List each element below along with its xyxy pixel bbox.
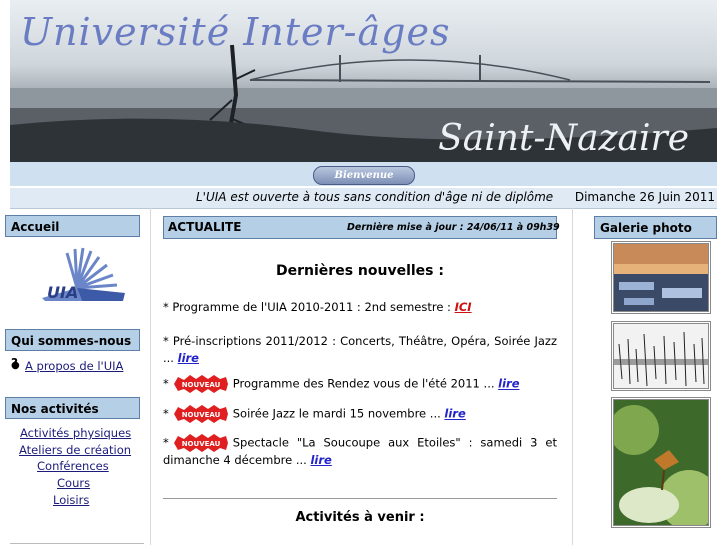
bullet-icon: ● <box>11 360 20 371</box>
news-text: * Programme de l'UIA 2010-2011 : 2nd sem… <box>163 300 455 314</box>
last-update: Dernière mise à jour : 24/06/11 à 09h39 <box>347 222 560 233</box>
news-title: Dernières nouvelles : <box>276 263 444 279</box>
gallery-header: Galerie photo <box>594 216 717 239</box>
news-item: * NOUVEAU Spectacle "La Soucoupe aux Eto… <box>163 434 557 467</box>
svg-text:NOUVEAU: NOUVEAU <box>181 381 220 389</box>
tagline: L'UIA est ouverte à tous sans condition … <box>196 190 554 204</box>
svg-text:NOUVEAU: NOUVEAU <box>181 411 220 419</box>
sidebar-link-conferences[interactable]: Conférences <box>37 459 109 473</box>
welcome-button[interactable]: Bienvenue <box>313 166 415 185</box>
sidebar-link-loisirs[interactable]: Loisirs <box>53 493 89 507</box>
sidebar-header-nos-activites[interactable]: Nos activités <box>5 397 140 419</box>
nouveau-badge-icon: NOUVEAU <box>172 405 230 423</box>
news-text: Programme des Rendez vous de l'été 2011 … <box>232 376 499 391</box>
nouveau-badge-icon: NOUVEAU <box>172 434 230 452</box>
section-divider <box>163 498 557 499</box>
svg-text:NOUVEAU: NOUVEAU <box>181 440 220 448</box>
upcoming-title: Activités à venir : <box>295 510 425 525</box>
sidebar-link-activites-physiques[interactable]: Activités physiques <box>20 426 131 440</box>
gallery-photo-sunset[interactable] <box>611 241 711 314</box>
news-item: * NOUVEAU Soirée Jazz le mardi 15 novemb… <box>163 405 557 423</box>
nouveau-badge-icon: NOUVEAU <box>172 375 230 393</box>
gallery-photo-butterfly[interactable] <box>611 397 711 528</box>
news-link-lire[interactable]: lire <box>178 351 199 365</box>
news-link-lire[interactable]: lire <box>444 407 465 421</box>
sidebar-header-qui-sommes-nous[interactable]: Qui sommes-nous ? <box>5 329 140 370</box>
news-text: Soirée Jazz le mardi 15 novembre ... <box>232 406 445 421</box>
actualite-title: ACTUALITE <box>168 220 242 234</box>
sidebar-divider <box>10 543 144 544</box>
news-item: * NOUVEAU Programme des Rendez vous de l… <box>163 375 557 393</box>
site-banner: Université Inter-âges Saint-Nazaire <box>10 0 717 162</box>
news-link-lire[interactable]: lire <box>310 453 331 467</box>
site-city: Saint-Nazaire <box>438 118 689 159</box>
news-item: * Pré-inscriptions 2011/2012 : Concerts,… <box>163 333 557 367</box>
sidebar-header-accueil[interactable]: Accueil <box>5 215 140 237</box>
uia-logo[interactable]: UIA <box>37 243 129 303</box>
column-divider <box>150 208 151 545</box>
news-link-lire[interactable]: lire <box>498 377 519 391</box>
sidebar-link-cours[interactable]: Cours <box>57 476 90 490</box>
gallery-photo-marsh[interactable] <box>611 321 711 391</box>
sidebar-link-ateliers-creation[interactable]: Ateliers de création <box>19 443 131 457</box>
sidebar-link-a-propos[interactable]: A propos de l'UIA <box>25 359 123 373</box>
svg-text:UIA: UIA <box>47 283 78 302</box>
current-date: Dimanche 26 Juin 2011 <box>574 190 715 204</box>
news-text: * Pré-inscriptions 2011/2012 : Concerts,… <box>163 334 557 365</box>
news-item: * Programme de l'UIA 2010-2011 : 2nd sem… <box>163 299 557 316</box>
news-link-ici[interactable]: ICI <box>455 300 472 314</box>
site-title: Université Inter-âges <box>20 10 451 54</box>
column-divider <box>572 208 573 545</box>
left-sidebar: Accueil UIA Qui sommes-nous ? ● A propos… <box>5 215 150 545</box>
